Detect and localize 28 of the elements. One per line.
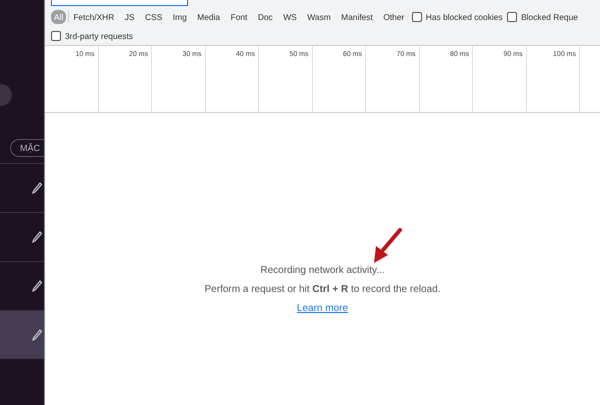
filter-tab[interactable]: Fetch/XHR (70, 10, 118, 24)
checkbox-label: Has blocked cookies (426, 12, 503, 22)
learn-more-link[interactable]: Learn more (296, 303, 348, 314)
pen-icon (32, 231, 42, 243)
filter-tab[interactable]: WS (280, 10, 300, 24)
empty-title: Recording network activity... (260, 265, 385, 276)
filter-tab[interactable]: JS (122, 10, 138, 24)
category-chip[interactable]: MẶC (10, 139, 44, 157)
pen-icon (32, 182, 42, 194)
checkbox[interactable] (51, 30, 61, 40)
checkbox[interactable] (507, 12, 518, 22)
checkbox-label: Blocked Reque (521, 12, 578, 22)
filter-tab[interactable]: Img (170, 10, 190, 24)
checkbox[interactable] (412, 12, 422, 22)
pen-icon (32, 329, 42, 341)
empty-hint: Perform a request or hit Ctrl + R to record the reload. (204, 284, 440, 295)
filter-tab[interactable]: Other (380, 10, 408, 24)
checkbox-label: 3rd-party requests (65, 30, 133, 40)
filter-tab[interactable]: Wasm (304, 10, 334, 24)
filter-tab[interactable]: Doc (254, 10, 276, 24)
filter-tab[interactable]: CSS (142, 10, 166, 24)
arrow-drawing (372, 228, 402, 266)
filter-tab[interactable]: Font (228, 10, 250, 24)
filter-field[interactable] (51, 0, 188, 6)
sidebar-item[interactable] (0, 310, 44, 359)
filter-tab[interactable]: Media (194, 10, 224, 24)
pen-icon (32, 280, 42, 292)
filter-tab[interactable]: Manifest (338, 10, 376, 24)
